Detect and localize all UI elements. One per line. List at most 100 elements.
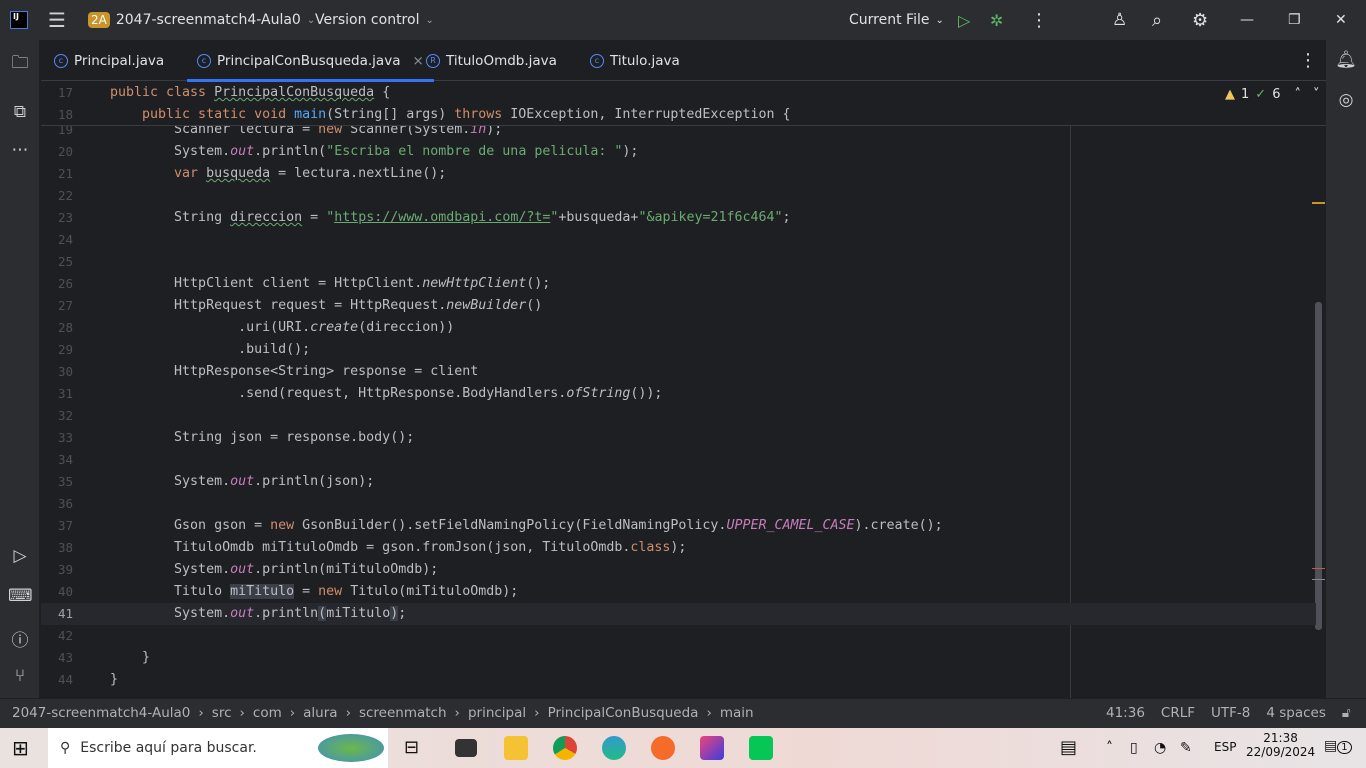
code-line[interactable]: System.out.println(json); — [110, 471, 374, 493]
pen-icon[interactable]: ✎ — [1180, 736, 1204, 760]
previous-highlight-icon[interactable]: ˄ — [1294, 87, 1301, 102]
code-line[interactable]: TituloOmdb miTituloOmdb = gson.fromJson(… — [110, 537, 686, 559]
intellij-taskbar-icon[interactable] — [700, 736, 724, 760]
breadcrumb-item[interactable]: PrincipalConBusqueda — [548, 705, 699, 721]
project-folder-icon[interactable]: 🗀 — [8, 50, 32, 79]
usage-marker[interactable] — [1312, 568, 1325, 569]
line-number[interactable]: 27 — [41, 295, 73, 317]
vertical-scrollbar[interactable] — [1315, 302, 1322, 630]
breadcrumb-item[interactable]: 2047-screenmatch4-Aula0 — [12, 705, 190, 721]
line-number[interactable]: 21 — [41, 163, 73, 185]
code-line[interactable]: String direccion = "https://www.omdbapi.… — [110, 207, 791, 229]
windows-start-icon[interactable]: ⊞ — [12, 736, 36, 760]
code-line[interactable]: Gson gson = new GsonBuilder().setFieldNa… — [110, 515, 943, 537]
line-number[interactable]: 22 — [41, 185, 73, 207]
line-number[interactable]: 23 — [41, 207, 73, 229]
code-line[interactable]: } — [110, 669, 118, 691]
code-line[interactable]: public static void main(String[] args) t… — [110, 104, 790, 126]
ai-assistant-icon[interactable]: ◎ — [1334, 90, 1358, 110]
line-number[interactable]: 34 — [41, 449, 73, 471]
maximize-button[interactable]: ❐ — [1288, 12, 1301, 28]
line-number[interactable]: 30 — [41, 361, 73, 383]
edge-icon[interactable] — [602, 736, 626, 760]
notification-center[interactable]: ▤ 1 — [1324, 738, 1352, 754]
code-line[interactable]: HttpClient client = HttpClient.newHttpCl… — [110, 273, 550, 295]
breadcrumb-item[interactable]: principal — [468, 705, 526, 721]
file-explorer-icon[interactable] — [504, 736, 528, 760]
tab-titulo-omdb[interactable]: R TituloOmdb.java — [426, 40, 557, 81]
close-button[interactable]: ✕ — [1335, 12, 1347, 28]
settings-icon[interactable]: ⚙ — [1192, 10, 1208, 31]
file-encoding[interactable]: UTF-8 — [1211, 705, 1250, 721]
tab-titulo[interactable]: c Titulo.java — [590, 40, 680, 81]
line-number[interactable]: 33 — [41, 427, 73, 449]
breadcrumb-item[interactable]: main — [720, 705, 754, 721]
line-app-icon[interactable] — [749, 736, 773, 760]
line-number[interactable]: 17 — [41, 82, 73, 104]
project-selector[interactable]: 2A 2047-screenmatch4-Aula0 ⌄ — [88, 12, 315, 28]
run-icon[interactable]: ▷ — [958, 11, 970, 30]
code-line[interactable]: HttpRequest request = HttpRequest.newBui… — [110, 295, 542, 317]
structure-icon[interactable]: ⧉ — [8, 102, 32, 122]
line-number[interactable]: 29 — [41, 339, 73, 361]
show-hidden-icons[interactable]: ˄ — [1106, 736, 1130, 760]
breadcrumb-item[interactable]: screenmatch — [359, 705, 447, 721]
line-number[interactable]: 32 — [41, 405, 73, 427]
line-number[interactable]: 44 — [41, 669, 73, 691]
input-language[interactable]: ESP — [1214, 740, 1236, 754]
check-icon[interactable]: ✓ — [1255, 87, 1266, 102]
run-config-selector[interactable]: Current File ⌄ — [849, 12, 944, 28]
indent-setting[interactable]: 4 spaces — [1266, 705, 1326, 721]
network-icon[interactable]: ◔ — [1154, 736, 1178, 760]
version-control-menu[interactable]: Version control ⌄ — [315, 12, 434, 28]
mail-icon[interactable] — [455, 739, 477, 757]
line-number[interactable]: 38 — [41, 537, 73, 559]
task-view-icon[interactable]: ⊟ — [404, 736, 428, 760]
news-widget-icon[interactable]: ▤ — [1060, 736, 1084, 760]
line-number[interactable]: 31 — [41, 383, 73, 405]
code-line[interactable]: .build(); — [110, 339, 310, 361]
code-line[interactable]: String json = response.body(); — [110, 427, 414, 449]
line-number[interactable]: 36 — [41, 493, 73, 515]
clock[interactable]: 21:38 22/09/2024 — [1246, 731, 1315, 759]
line-number[interactable]: 39 — [41, 559, 73, 581]
line-number[interactable]: 24 — [41, 229, 73, 251]
services-icon[interactable]: ▷ — [8, 546, 32, 566]
lock-icon[interactable]: 🔓︎ — [1342, 705, 1351, 721]
code-line[interactable]: } — [110, 647, 150, 669]
line-separator[interactable]: CRLF — [1161, 705, 1195, 721]
line-number[interactable]: 20 — [41, 141, 73, 163]
notifications-icon[interactable]: 🔔︎ — [1334, 50, 1358, 70]
cursor-position[interactable]: 41:36 — [1106, 705, 1145, 721]
close-tab-icon[interactable]: × — [412, 53, 423, 69]
debug-icon[interactable]: ✲ — [990, 11, 1003, 30]
line-number[interactable]: 40 — [41, 581, 73, 603]
taskbar-search-box[interactable]: ⚲ Escribe aquí para buscar. — [48, 728, 388, 768]
line-number[interactable]: 25 — [41, 251, 73, 273]
line-number[interactable]: 18 — [41, 104, 73, 126]
add-user-icon[interactable]: ♙ — [1112, 10, 1127, 30]
breadcrumb-item[interactable]: com — [253, 705, 282, 721]
code-line[interactable]: .send(request, HttpResponse.BodyHandlers… — [110, 383, 662, 405]
code-line[interactable]: var busqueda = lectura.nextLine(); — [110, 163, 446, 185]
usage-marker[interactable] — [1312, 579, 1325, 580]
warning-icon[interactable]: ▲ — [1225, 87, 1235, 102]
line-number[interactable]: 41 — [41, 603, 73, 625]
breadcrumb-item[interactable]: src — [212, 705, 232, 721]
code-line[interactable]: Titulo miTitulo = new Titulo(miTituloOmd… — [110, 581, 518, 603]
line-number[interactable]: 42 — [41, 625, 73, 647]
chrome-icon[interactable] — [553, 736, 577, 760]
device-icon[interactable]: ▯ — [1130, 736, 1154, 760]
tab-options-icon[interactable]: ⋮ — [1299, 40, 1317, 81]
tab-principal-con-busqueda[interactable]: c PrincipalConBusqueda.java × — [187, 40, 434, 82]
warning-marker[interactable] — [1312, 202, 1325, 204]
code-editor[interactable]: ▲ 1 ✓ 6 ˄ ˅ 17 public class PrincipalConBusq… — [41, 82, 1326, 698]
terminal-icon[interactable]: ⌨ — [8, 586, 33, 606]
more-actions-icon[interactable]: ⋮ — [1030, 10, 1048, 31]
code-line[interactable]: System.out.println(miTitulo); — [110, 603, 406, 625]
more-tools-icon[interactable]: ⋯ — [8, 140, 32, 160]
next-highlight-icon[interactable]: ˅ — [1313, 87, 1320, 102]
line-number[interactable]: 43 — [41, 647, 73, 669]
code-line[interactable]: public class PrincipalConBusqueda { — [110, 82, 390, 104]
git-icon[interactable]: ⑂ — [8, 666, 32, 686]
